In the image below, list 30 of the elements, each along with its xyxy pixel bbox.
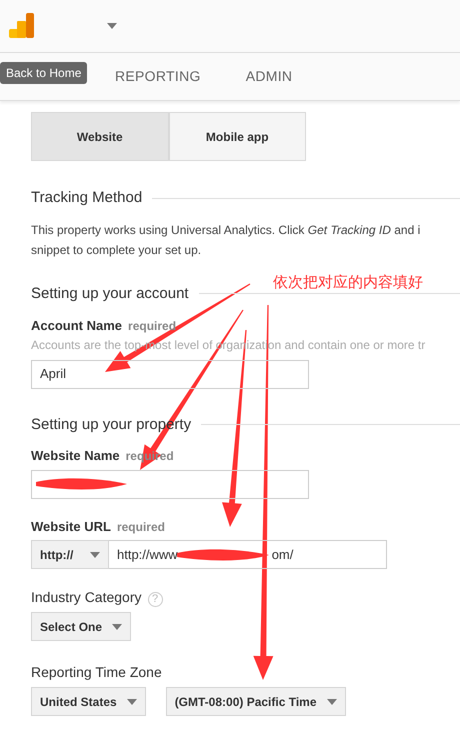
nav-tab[interactable]: REPORTING [115,66,201,87]
text-field[interactable] [31,470,309,498]
section-title: Setting up your account [31,284,189,304]
field-label: Website URL [31,518,111,534]
dropdown[interactable]: United States [31,687,146,716]
logo-icon [9,13,35,39]
caret-icon [112,624,122,630]
field-label: Account Name [31,318,122,333]
url-field[interactable]: http://www om/ [109,540,387,569]
caret-icon [90,552,100,558]
nav-tab[interactable]: ADMIN [246,66,292,87]
caret-icon [126,698,137,704]
field-label: Industry Category [31,589,142,605]
annotation-text: 依次把对应的内容填好 [273,273,423,293]
field-label: Reporting Time Zone [31,664,162,680]
toggle-tab[interactable]: Website [31,112,168,161]
required-label: required [116,520,165,534]
paragraph-line: This property works using Universal Analytics. Click Get Tracking ID and i [31,222,422,238]
section-title: Tracking Method [31,188,142,208]
tooltip: Back to Home [0,62,88,84]
paragraph-line: snippet to complete your set up. [31,242,202,258]
dropdown[interactable]: Select One [31,612,132,641]
dropdown[interactable]: (GMT-08:00) Pacific Time [166,687,346,716]
required-label: required [128,319,176,333]
protocol-select[interactable]: http:// [31,540,109,569]
caret-icon [107,22,117,29]
toggle-tab[interactable]: Mobile app [168,112,306,161]
text-field[interactable]: April [31,360,309,388]
caret-icon [326,698,337,704]
field-label: Website Name [31,448,120,463]
